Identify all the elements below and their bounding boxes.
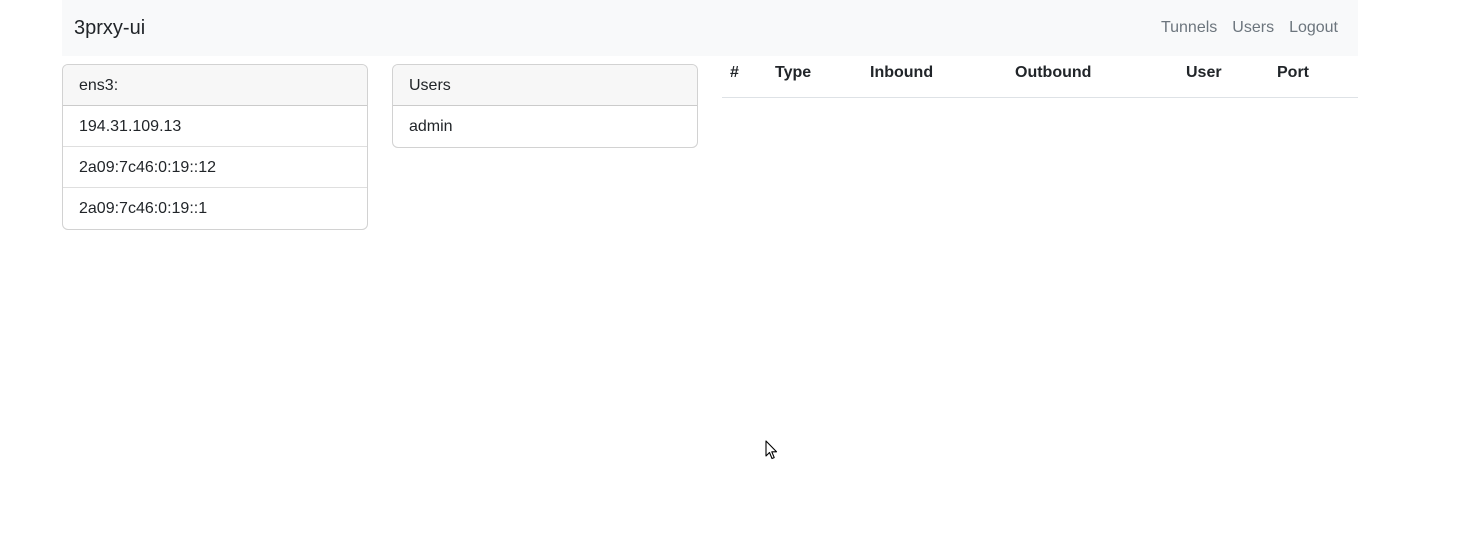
table-header-row: # Type Inbound Outbound User Port xyxy=(722,64,1358,98)
nav-link-logout[interactable]: Logout xyxy=(1289,19,1338,37)
column-header-outbound: Outbound xyxy=(1007,64,1178,98)
interfaces-card-header: ens3: xyxy=(63,65,367,106)
users-card: Users admin xyxy=(392,64,698,148)
interfaces-card: ens3: 194.31.109.13 2a09:7c46:0:19::12 2… xyxy=(62,64,368,230)
mouse-cursor-icon xyxy=(765,440,778,460)
navbar: 3prxy-ui Tunnels Users Logout xyxy=(62,0,1358,56)
column-header-type: Type xyxy=(767,64,862,98)
interface-address: 2a09:7c46:0:19::1 xyxy=(79,200,208,217)
column-header-user: User xyxy=(1178,64,1269,98)
page-container: 3prxy-ui Tunnels Users Logout ens3: 194.… xyxy=(62,0,1358,230)
brand[interactable]: 3prxy-ui xyxy=(74,17,145,40)
users-card-header: Users xyxy=(393,65,697,106)
nav-links: Tunnels Users Logout xyxy=(1161,19,1346,37)
user-item: admin xyxy=(409,118,453,135)
column-header-port: Port xyxy=(1269,64,1358,98)
interface-address: 2a09:7c46:0:19::12 xyxy=(63,147,367,188)
nav-link-tunnels[interactable]: Tunnels xyxy=(1161,19,1217,37)
nav-link-users[interactable]: Users xyxy=(1232,19,1274,37)
interface-address: 194.31.109.13 xyxy=(63,106,367,147)
tunnels-table: # Type Inbound Outbound User Port xyxy=(722,64,1358,98)
column-header-index: # xyxy=(722,64,767,98)
column-header-inbound: Inbound xyxy=(862,64,1007,98)
tunnels-table-wrap: # Type Inbound Outbound User Port xyxy=(722,64,1358,98)
